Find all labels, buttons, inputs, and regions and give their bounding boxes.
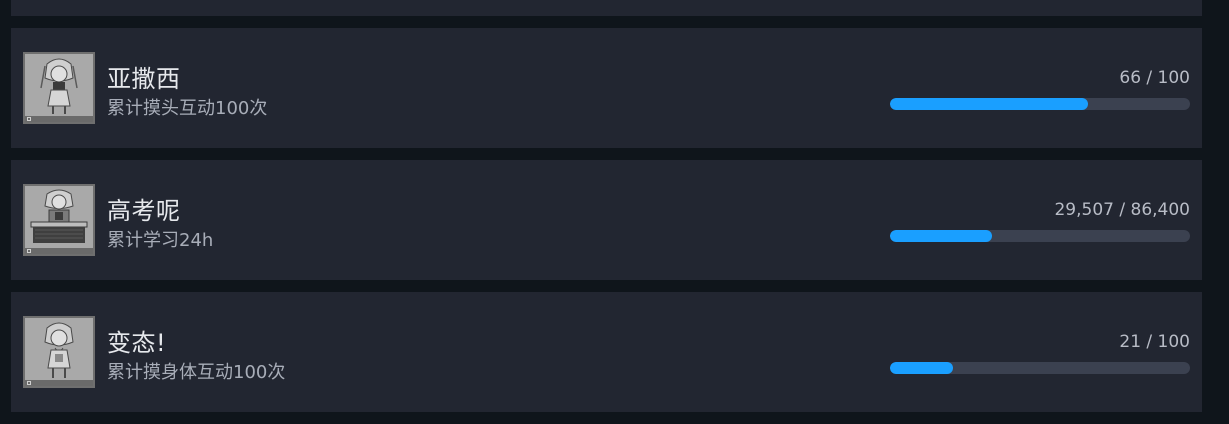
achievement-card[interactable]: 变态! 累计摸身体互动100次 21 / 100 (11, 292, 1202, 412)
achievement-list: 亚撒西 累计摸头互动100次 66 / 100 高考呢 累计学习24h 29,5… (11, 28, 1202, 424)
achievement-card[interactable]: 高考呢 累计学习24h 29,507 / 86,400 (11, 160, 1202, 280)
progress-count: 29,507 / 86,400 (1054, 200, 1190, 220)
progress-bar-fill (890, 362, 953, 374)
achievement-description: 累计摸头互动100次 (107, 98, 268, 119)
girl-standing-icon (23, 52, 95, 124)
progress-count: 66 / 100 (1119, 68, 1190, 88)
progress-bar-fill (890, 98, 1088, 110)
progress-bar-fill (890, 230, 993, 242)
achievement-title: 高考呢 (107, 197, 181, 225)
previous-achievement-card (11, 0, 1202, 16)
achievement-card[interactable]: 亚撒西 累计摸头互动100次 66 / 100 (11, 28, 1202, 148)
girl-shy-icon (23, 316, 95, 388)
achievement-description: 累计学习24h (107, 230, 214, 251)
progress-bar (890, 230, 1190, 242)
progress-count: 21 / 100 (1119, 332, 1190, 352)
achievement-title: 亚撒西 (107, 65, 181, 93)
achievement-title: 变态! (107, 329, 167, 357)
progress-bar (890, 98, 1190, 110)
girl-at-desk-icon (23, 184, 95, 256)
progress-bar (890, 362, 1190, 374)
achievement-description: 累计摸身体互动100次 (107, 362, 286, 383)
